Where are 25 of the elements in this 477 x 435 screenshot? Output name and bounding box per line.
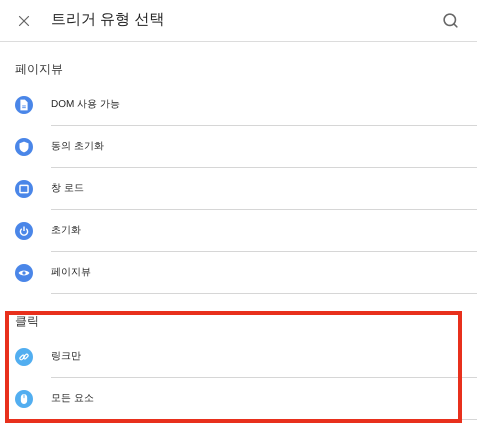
link-icon	[15, 348, 33, 366]
section-heading: 클릭	[15, 313, 39, 330]
trigger-type-item[interactable]: 창 로드	[0, 168, 477, 210]
trigger-type-item[interactable]: 초기화	[0, 210, 477, 252]
search-button[interactable]	[441, 12, 459, 30]
trigger-type-item[interactable]: 페이지뷰	[0, 252, 477, 294]
trigger-type-item[interactable]: DOM 사용 가능	[0, 84, 477, 126]
eye-icon	[15, 264, 33, 282]
trigger-type-label: 링크만	[51, 350, 81, 364]
trigger-type-label: 모든 요소	[51, 392, 94, 406]
shield-icon	[15, 138, 33, 156]
section-heading: 페이지뷰	[15, 61, 63, 78]
trigger-type-label: DOM 사용 가능	[51, 98, 120, 112]
trigger-type-label: 창 로드	[51, 182, 84, 196]
trigger-type-item[interactable]: 동의 초기화	[0, 126, 477, 168]
trigger-type-label: 초기화	[51, 224, 81, 238]
window-icon	[15, 180, 33, 198]
dialog-title: 트리거 유형 선택	[51, 10, 164, 30]
power-icon	[15, 222, 33, 240]
trigger-type-label: 페이지뷰	[51, 266, 91, 280]
trigger-type-item[interactable]: 모든 요소	[0, 378, 477, 420]
trigger-type-label: 동의 초기화	[51, 140, 104, 154]
trigger-type-item[interactable]: 링크만	[0, 336, 477, 378]
mouse-icon	[15, 390, 33, 408]
document-icon	[15, 96, 33, 114]
